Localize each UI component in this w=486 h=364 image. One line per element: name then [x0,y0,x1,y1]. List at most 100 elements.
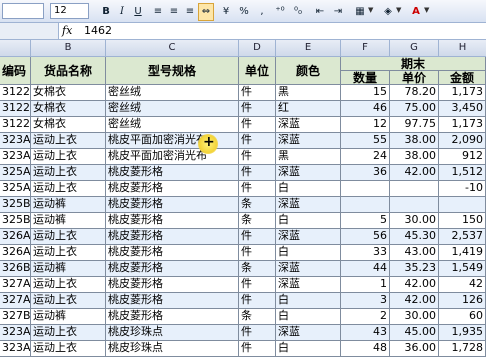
cell-amount[interactable]: 42 [439,277,486,293]
cell-color[interactable]: 深蓝 [276,277,341,293]
cell-model[interactable]: 密丝绒 [106,101,239,117]
header-qty[interactable]: 数量 [341,71,390,85]
cell-name[interactable]: 运动上衣 [31,149,106,165]
cell-color[interactable]: 深蓝 [276,197,341,213]
borders-icon[interactable]: ▦ [352,3,368,21]
cell-qty[interactable] [341,181,390,197]
header-period-end[interactable]: 期末 [341,57,486,71]
cell-name[interactable]: 运动上衣 [31,325,106,341]
cell-price[interactable]: 42.00 [390,165,439,181]
cell-model[interactable]: 桃皮菱形格 [106,213,239,229]
cell-unit[interactable]: 件 [239,325,276,341]
cell-price[interactable] [390,197,439,213]
cell-unit[interactable]: 件 [239,293,276,309]
borders-dropdown-icon[interactable]: ▼ [368,6,374,14]
cell-unit[interactable]: 件 [239,277,276,293]
cell-amount[interactable]: 1,173 [439,85,486,101]
percent-button[interactable]: % [236,3,252,21]
cell-unit[interactable]: 件 [239,245,276,261]
cell-qty[interactable]: 5 [341,213,390,229]
column-header-h[interactable]: H [439,40,486,57]
cell-amount[interactable]: 1,728 [439,341,486,357]
cell-amount[interactable]: 126 [439,293,486,309]
cell-color[interactable]: 白 [276,341,341,357]
cell-model[interactable]: 桃皮珍珠点 [106,325,239,341]
cell-unit[interactable]: 件 [239,229,276,245]
cell-model[interactable]: 桃皮珍珠点 [106,341,239,357]
cell-amount[interactable]: 912 [439,149,486,165]
cell-amount[interactable]: 2,537 [439,229,486,245]
merge-center-icon[interactable]: ⇔ [198,3,214,21]
column-header-e[interactable]: E [276,40,341,57]
cell-unit[interactable]: 件 [239,181,276,197]
decrease-indent-button[interactable]: ⇤ [312,3,328,21]
cell-price[interactable]: 38.00 [390,149,439,165]
comma-style-button[interactable]: , [254,3,270,21]
cell-name[interactable]: 运动上衣 [31,341,106,357]
cell-color[interactable]: 白 [276,309,341,325]
cell-name[interactable]: 女棉衣 [31,85,106,101]
cell-price[interactable]: 97.75 [390,117,439,133]
align-left-icon[interactable]: ≡ [150,3,166,21]
cell-qty[interactable]: 55 [341,133,390,149]
cell-color[interactable]: 黑 [276,149,341,165]
cell-name[interactable]: 运动上衣 [31,293,106,309]
column-header-d[interactable]: D [239,40,276,57]
cell-unit[interactable]: 件 [239,117,276,133]
cell-code[interactable]: 326B [0,261,31,277]
cell-model[interactable]: 桃皮平面加密消光布 [106,133,239,149]
cell-amount[interactable]: 1,549 [439,261,486,277]
font-color-button[interactable]: A [408,3,424,21]
cell-unit[interactable]: 条 [239,213,276,229]
increase-indent-button[interactable]: ⇥ [330,3,346,21]
cell-qty[interactable]: 43 [341,325,390,341]
cell-name[interactable]: 运动上衣 [31,133,106,149]
cell-unit[interactable]: 件 [239,133,276,149]
fx-label[interactable]: fx [62,24,72,37]
cell-name[interactable]: 运动上衣 [31,277,106,293]
cell-color[interactable]: 深蓝 [276,165,341,181]
cell-qty[interactable]: 48 [341,341,390,357]
cell-model[interactable]: 密丝绒 [106,85,239,101]
underline-button[interactable]: U [130,3,146,21]
cell-price[interactable]: 35.23 [390,261,439,277]
currency-icon[interactable]: ¥ [218,3,234,21]
cell-unit[interactable]: 件 [239,149,276,165]
cell-code[interactable]: 3122 [0,101,31,117]
cell-model[interactable]: 桃皮菱形格 [106,261,239,277]
cell-amount[interactable]: 1,419 [439,245,486,261]
cell-amount[interactable] [439,197,486,213]
decrease-decimal-button[interactable]: ⁰₀ [290,3,306,21]
cell-qty[interactable] [341,197,390,213]
cell-color[interactable]: 深蓝 [276,117,341,133]
cell-color[interactable]: 白 [276,245,341,261]
cell-color[interactable]: 深蓝 [276,261,341,277]
cell-unit[interactable]: 件 [239,165,276,181]
cell-price[interactable] [390,181,439,197]
cell-model[interactable]: 桃皮菱形格 [106,309,239,325]
header-name[interactable]: 货品名称 [31,57,106,85]
cell-unit[interactable]: 件 [239,101,276,117]
column-header-c[interactable]: C [106,40,239,57]
cell-name[interactable]: 运动上衣 [31,245,106,261]
cell-price[interactable]: 43.00 [390,245,439,261]
cell-price[interactable]: 30.00 [390,213,439,229]
cell-price[interactable]: 36.00 [390,341,439,357]
header-color[interactable]: 颜色 [276,57,341,85]
align-center-icon[interactable]: ≡ [166,3,182,21]
cell-amount[interactable]: 60 [439,309,486,325]
cell-amount[interactable]: -10 [439,181,486,197]
cell-name[interactable]: 女棉衣 [31,101,106,117]
cell-price[interactable]: 45.30 [390,229,439,245]
cell-color[interactable]: 白 [276,181,341,197]
cell-code[interactable]: 327B [0,309,31,325]
cell-price[interactable]: 42.00 [390,277,439,293]
cell-model[interactable]: 桃皮菱形格 [106,197,239,213]
cell-name[interactable]: 运动裤 [31,309,106,325]
column-header-b[interactable]: B [31,40,106,57]
cell-amount[interactable]: 1,512 [439,165,486,181]
cell-name[interactable]: 运动上衣 [31,165,106,181]
cell-color[interactable]: 红 [276,101,341,117]
header-price[interactable]: 单价 [390,71,439,85]
formula-input[interactable]: 1462 [84,24,112,37]
